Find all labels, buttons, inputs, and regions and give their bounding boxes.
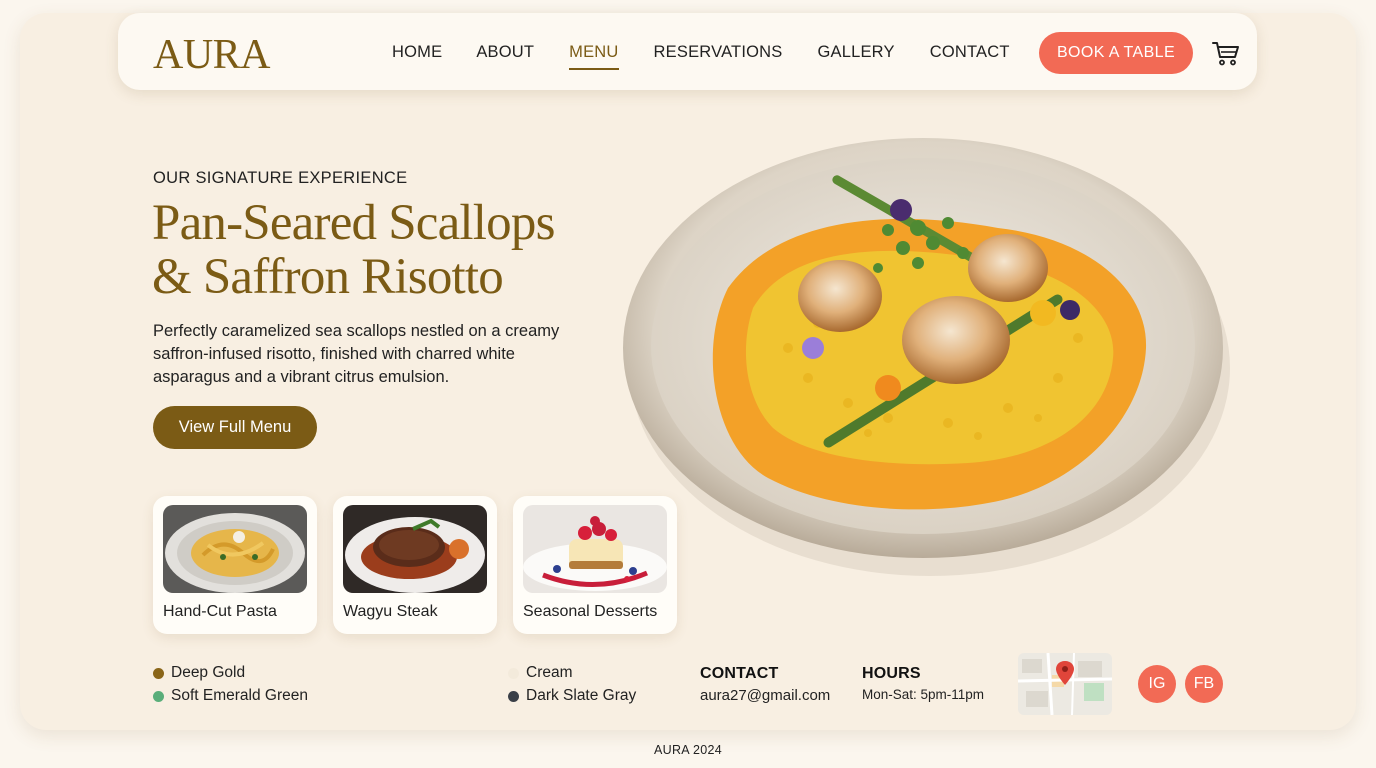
- dessert-image: [523, 505, 667, 593]
- nav-menu[interactable]: MENU: [569, 43, 619, 70]
- steak-image: [343, 505, 487, 593]
- dish-label-steak: Wagyu Steak: [343, 603, 438, 620]
- location-map[interactable]: [1018, 653, 1112, 715]
- brand-logo[interactable]: AURA: [153, 31, 271, 79]
- contact-title: CONTACT: [700, 665, 779, 682]
- contact-email[interactable]: aura27@gmail.com: [700, 687, 830, 704]
- pasta-image: [163, 505, 307, 593]
- palette-item-soft-emerald-green: Soft Emerald Green: [153, 687, 308, 705]
- nav-contact[interactable]: CONTACT: [930, 43, 1010, 62]
- color-dot-emerald: [153, 690, 164, 702]
- hero-description: Perfectly caramelized sea scallops nestl…: [153, 322, 560, 386]
- palette-item-deep-gold: Deep Gold: [153, 664, 245, 682]
- shopping-cart-icon[interactable]: [1211, 38, 1241, 68]
- nav-reservations[interactable]: RESERVATIONS: [654, 43, 783, 62]
- palette-item-cream: Cream: [508, 664, 573, 682]
- instagram-button[interactable]: IG: [1138, 665, 1176, 703]
- nav-home[interactable]: HOME: [392, 43, 442, 62]
- dish-card-pasta[interactable]: Hand-Cut Pasta: [153, 496, 317, 634]
- hero-title-line-1: Pan-Seared Scallops: [152, 195, 555, 251]
- nav-about[interactable]: ABOUT: [476, 43, 534, 62]
- hero-eyebrow: OUR SIGNATURE EXPERIENCE: [153, 169, 408, 187]
- book-table-button[interactable]: BOOK A TABLE: [1039, 32, 1193, 74]
- dish-label-desserts: Seasonal Desserts: [523, 603, 658, 620]
- palette-label: Dark Slate Gray: [526, 687, 637, 704]
- dish-card-desserts[interactable]: Seasonal Desserts: [513, 496, 677, 634]
- palette-item-dark-slate-gray: Dark Slate Gray: [508, 687, 636, 705]
- palette-label: Deep Gold: [171, 664, 246, 681]
- color-dot-cream: [508, 667, 519, 679]
- color-dot-deep-gold: [153, 667, 164, 679]
- footer-copyright: AURA 2024: [653, 743, 723, 757]
- palette-label: Soft Emerald Green: [171, 687, 308, 704]
- nav-gallery[interactable]: GALLERY: [817, 43, 894, 62]
- signature-dish-image: [623, 138, 1230, 576]
- top-navbar: AURA HOME ABOUT MENU RESERVATIONS GALLER…: [118, 13, 1257, 90]
- dish-card-steak[interactable]: Wagyu Steak: [333, 496, 497, 634]
- palette-label: Cream: [526, 664, 573, 681]
- color-dot-slate: [508, 690, 519, 702]
- view-full-menu-button[interactable]: View Full Menu: [153, 406, 317, 449]
- hero-title: Pan-Seared Scallops & Saffron Risotto: [152, 196, 632, 304]
- facebook-button[interactable]: FB: [1185, 665, 1223, 703]
- dish-label-pasta: Hand-Cut Pasta: [163, 603, 277, 620]
- hero-title-line-2: & Saffron Risotto: [152, 249, 504, 305]
- nav-links: HOME ABOUT MENU RESERVATIONS GALLERY CON…: [392, 43, 1010, 70]
- hours-value: Mon-Sat: 5pm-11pm: [862, 687, 985, 702]
- hours-title: HOURS: [862, 665, 921, 682]
